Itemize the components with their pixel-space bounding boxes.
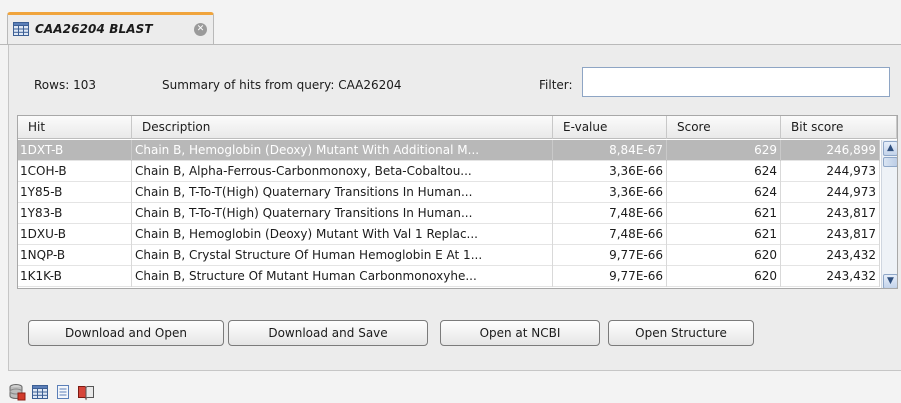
cell-description: Chain B, Alpha-Ferrous-Carbonmonoxy, Bet… <box>132 161 553 182</box>
table-body: 1DXT-B Chain B, Hemoglobin (Deoxy) Mutan… <box>18 140 880 288</box>
cell-score: 624 <box>667 182 781 203</box>
cell-score: 621 <box>667 224 781 245</box>
bottom-toolbar <box>0 380 160 403</box>
filter-input[interactable] <box>582 67 890 97</box>
blast-results-panel: Rows: 103 Summary of hits from query: CA… <box>8 45 901 370</box>
table-row[interactable]: 1Y85-B Chain B, T-To-T(High) Quaternary … <box>18 182 880 203</box>
scroll-up-arrow-icon[interactable]: ▲ <box>883 141 897 156</box>
open-structure-button[interactable]: Open Structure <box>608 320 754 346</box>
download-and-open-button[interactable]: Download and Open <box>28 320 224 346</box>
cell-description: Chain B, Hemoglobin (Deoxy) Mutant With … <box>132 224 553 245</box>
cell-evalue: 7,48E-66 <box>553 203 667 224</box>
cell-score: 620 <box>667 245 781 266</box>
book-icon[interactable] <box>77 383 95 401</box>
cell-description: Chain B, T-To-T(High) Quaternary Transit… <box>132 182 553 203</box>
column-header-hit[interactable]: Hit <box>18 116 132 139</box>
cell-hit: 1NQP-B <box>18 245 132 266</box>
summary-label: Summary of hits from query: CAA26204 <box>162 78 402 92</box>
table-row[interactable]: 1Y83-B Chain B, T-To-T(High) Quaternary … <box>18 203 880 224</box>
table-row[interactable]: 1K1K-B Chain B, Structure Of Mutant Huma… <box>18 266 880 287</box>
database-icon[interactable] <box>8 383 26 401</box>
scrollbar-thumb[interactable] <box>883 157 897 167</box>
cell-evalue: 3,36E-66 <box>553 182 667 203</box>
cell-hit: 1DXT-B <box>18 140 132 161</box>
panel-divider <box>8 370 901 371</box>
cell-hit: 1K1K-B <box>18 266 132 287</box>
text-document-icon[interactable] <box>54 383 72 401</box>
cell-bit-score: 244,973 <box>781 182 880 203</box>
cell-hit: 1Y83-B <box>18 203 132 224</box>
filter-label: Filter: <box>539 78 573 92</box>
column-header-bit-score[interactable]: Bit score <box>781 116 897 139</box>
cell-description: Chain B, T-To-T(High) Quaternary Transit… <box>132 203 553 224</box>
cell-bit-score: 243,817 <box>781 224 880 245</box>
table-row[interactable]: 1NQP-B Chain B, Crystal Structure Of Hum… <box>18 245 880 266</box>
tab-caa26204-blast[interactable]: CAA26204 BLAST ✕ <box>7 12 214 45</box>
cell-description: Chain B, Structure Of Mutant Human Carbo… <box>132 266 553 287</box>
tab-strip: CAA26204 BLAST ✕ <box>0 0 901 45</box>
cell-evalue: 7,48E-66 <box>553 224 667 245</box>
cell-bit-score: 244,973 <box>781 161 880 182</box>
download-and-save-button[interactable]: Download and Save <box>228 320 428 346</box>
table-row[interactable]: 1COH-B Chain B, Alpha-Ferrous-Carbonmono… <box>18 161 880 182</box>
table-row[interactable]: 1DXT-B Chain B, Hemoglobin (Deoxy) Mutan… <box>18 140 880 161</box>
hits-table: Hit Description E-value Score Bit score … <box>17 115 898 289</box>
cell-evalue: 3,36E-66 <box>553 161 667 182</box>
cell-hit: 1Y85-B <box>18 182 132 203</box>
cell-score: 621 <box>667 203 781 224</box>
table-header: Hit Description E-value Score Bit score <box>18 116 897 139</box>
cell-bit-score: 243,432 <box>781 266 880 287</box>
column-header-score[interactable]: Score <box>667 116 781 139</box>
column-header-description[interactable]: Description <box>132 116 553 139</box>
cell-score: 624 <box>667 161 781 182</box>
open-at-ncbi-button[interactable]: Open at NCBI <box>440 320 600 346</box>
cell-evalue: 9,77E-66 <box>553 266 667 287</box>
table-icon[interactable] <box>31 383 49 401</box>
close-icon[interactable]: ✕ <box>194 23 207 36</box>
column-header-evalue[interactable]: E-value <box>553 116 667 139</box>
rows-count-label: Rows: 103 <box>34 78 96 92</box>
cell-hit: 1DXU-B <box>18 224 132 245</box>
cell-description: Chain B, Hemoglobin (Deoxy) Mutant With … <box>132 140 553 161</box>
cell-bit-score: 243,817 <box>781 203 880 224</box>
cell-bit-score: 243,432 <box>781 245 880 266</box>
cell-bit-score: 246,899 <box>781 140 880 161</box>
cell-evalue: 9,77E-66 <box>553 245 667 266</box>
cell-evalue: 8,84E-67 <box>553 140 667 161</box>
tab-title: CAA26204 BLAST <box>35 22 153 36</box>
cell-score: 629 <box>667 140 781 161</box>
scroll-down-arrow-icon[interactable]: ▼ <box>883 274 897 288</box>
table-row[interactable]: 1DXU-B Chain B, Hemoglobin (Deoxy) Mutan… <box>18 224 880 245</box>
cell-description: Chain B, Crystal Structure Of Human Hemo… <box>132 245 553 266</box>
cell-score: 620 <box>667 266 781 287</box>
cell-hit: 1COH-B <box>18 161 132 182</box>
info-bar: Rows: 103 Summary of hits from query: CA… <box>9 45 901 105</box>
table-vertical-scrollbar[interactable]: ▲ ▼ <box>881 140 897 288</box>
table-icon <box>13 22 29 36</box>
